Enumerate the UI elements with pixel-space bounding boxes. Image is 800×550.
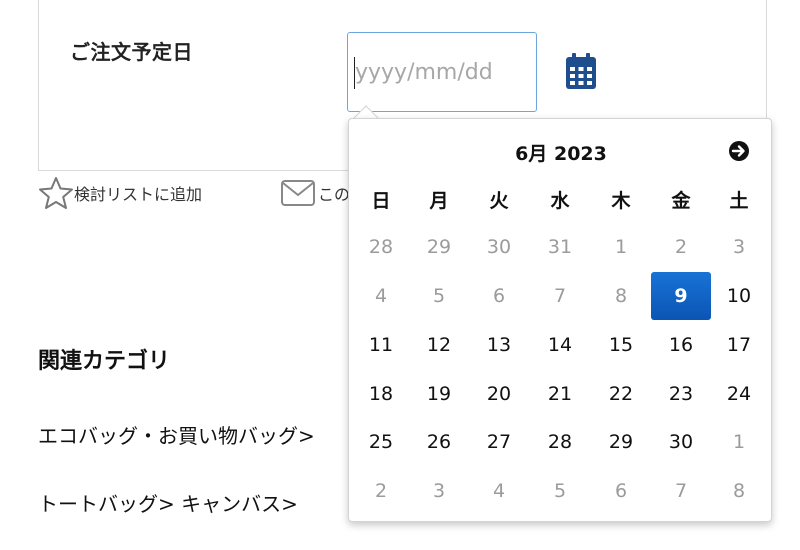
calendar-day[interactable]: 5	[530, 467, 590, 515]
order-date-label: ご注文予定日	[70, 40, 193, 64]
calendar-day[interactable]: 31	[530, 223, 590, 271]
calendar-day[interactable]: 15	[591, 321, 651, 369]
calendar-day[interactable]: 2	[351, 467, 411, 515]
weekday-header: 木	[611, 189, 631, 212]
calendar-day[interactable]: 2	[651, 223, 711, 271]
calendar-day[interactable]: 4	[351, 272, 411, 320]
mail-icon	[281, 180, 315, 206]
calendar-day[interactable]: 21	[530, 370, 590, 418]
text-caret	[354, 57, 355, 89]
mail-label: この	[318, 185, 351, 204]
calendar-day[interactable]: 26	[409, 418, 469, 466]
calendar-day[interactable]: 29	[409, 223, 469, 271]
calendar-day[interactable]: 3	[709, 223, 769, 271]
calendar-day[interactable]: 8	[591, 272, 651, 320]
calendar-day[interactable]: 6	[469, 272, 529, 320]
calendar-day[interactable]: 20	[469, 370, 529, 418]
star-icon	[39, 177, 73, 209]
weekday-header: 月	[429, 189, 449, 212]
calendar-day[interactable]: 11	[351, 321, 411, 369]
calendar-day[interactable]: 30	[651, 418, 711, 466]
calendar-day[interactable]: 27	[469, 418, 529, 466]
calendar-day[interactable]: 3	[409, 467, 469, 515]
calendar-day[interactable]: 7	[651, 467, 711, 515]
related-categories-title: 関連カテゴリ	[38, 349, 171, 374]
calendar-day[interactable]: 14	[530, 321, 590, 369]
calendar-day[interactable]: 18	[351, 370, 411, 418]
order-date-input[interactable]	[347, 32, 537, 112]
calendar-day[interactable]: 4	[469, 467, 529, 515]
selected-day[interactable]: 9	[651, 272, 711, 320]
calendar-day[interactable]: 1	[709, 418, 769, 466]
calendar-day[interactable]: 8	[709, 467, 769, 515]
calendar-day[interactable]: 17	[709, 321, 769, 369]
calendar-day[interactable]: 25	[351, 418, 411, 466]
calendar-day[interactable]: 12	[409, 321, 469, 369]
weekday-header: 火	[489, 189, 509, 212]
calendar-day[interactable]: 10	[709, 272, 769, 320]
calendar-icon[interactable]	[566, 51, 596, 91]
calendar-day[interactable]: 28	[530, 418, 590, 466]
category-link[interactable]: エコバッグ・お買い物バッグ>	[38, 420, 315, 449]
calendar-day[interactable]: 1	[591, 223, 651, 271]
weekday-header: 日	[371, 189, 391, 212]
calendar-day[interactable]: 24	[709, 370, 769, 418]
datepicker-popup: 6月 2023 日月火水木金土 28 29 30 31 1 2 3 4 5 6 7 8 9 10 11 12 13…	[348, 118, 772, 522]
calendar-day[interactable]: 30	[469, 223, 529, 271]
calendar-day[interactable]: 22	[591, 370, 651, 418]
weekday-header: 金	[671, 189, 691, 212]
calendar-day[interactable]: 19	[409, 370, 469, 418]
weekday-header: 水	[550, 189, 570, 212]
category-link[interactable]: トートバッグ> キャンバス>	[38, 488, 298, 517]
mail-link[interactable]: この	[280, 176, 350, 210]
calendar-day[interactable]: 6	[591, 467, 651, 515]
weekday-header: 土	[729, 189, 749, 212]
calendar-day[interactable]: 5	[409, 272, 469, 320]
calendar-day[interactable]: 29	[591, 418, 651, 466]
calendar-day[interactable]: 13	[469, 321, 529, 369]
calendar-day[interactable]: 23	[651, 370, 711, 418]
calendar-grid: 日月火水木金土 28 29 30 31 1 2 3 4 5 6 7 8 9 10 11 12 13 14 15 16 17…	[349, 119, 773, 523]
add-to-wishlist-link[interactable]: 検討リストに追加	[38, 176, 202, 210]
calendar-day[interactable]: 28	[351, 223, 411, 271]
calendar-day[interactable]: 7	[530, 272, 590, 320]
calendar-day[interactable]: 16	[651, 321, 711, 369]
wishlist-label: 検討リストに追加	[74, 185, 203, 204]
